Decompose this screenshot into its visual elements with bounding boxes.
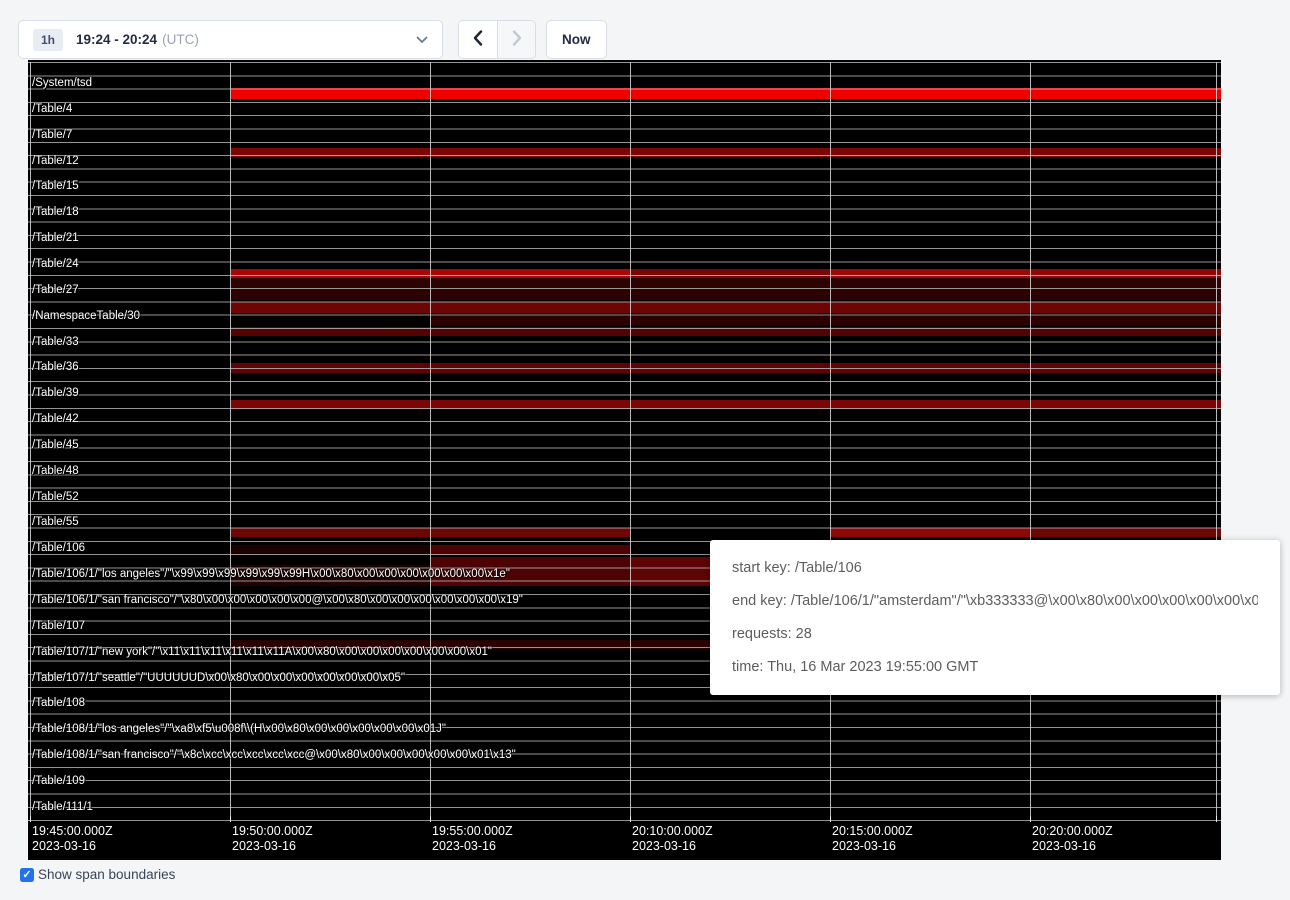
axis-time-label: 19:45:00.000Z (32, 824, 113, 839)
heat-band (231, 88, 1221, 99)
heat-band (830, 528, 1030, 537)
show-span-boundaries-label: Show span boundaries (38, 867, 175, 882)
heat-band (231, 545, 430, 555)
row-label: /Table/111/1 (32, 801, 93, 814)
tooltip-start-key: start key: /Table/106 (732, 560, 1258, 576)
heat-band (430, 316, 1221, 325)
axis-tick (230, 816, 231, 822)
duration-badge: 1h (33, 29, 63, 51)
axis-tick (1030, 816, 1031, 822)
heat-band (830, 269, 1030, 278)
row-label: /Table/12 (32, 155, 79, 168)
heat-band (231, 278, 1221, 300)
row-label: /System/tsd (32, 77, 92, 90)
chevron-left-icon (473, 30, 483, 49)
chevron-right-icon (512, 30, 522, 49)
tooltip-time: time: Thu, 16 Mar 2023 19:55:00 GMT (732, 659, 1258, 675)
heat-band (231, 528, 630, 537)
footer: ✓ Show span boundaries (20, 867, 175, 882)
row-label: /Table/48 (32, 465, 79, 478)
time-gridline (430, 62, 431, 820)
span-tooltip: start key: /Table/106 end key: /Table/10… (710, 540, 1280, 695)
row-label: /NamespaceTable/30 (32, 310, 140, 323)
axis-date-label: 2023-03-16 (1032, 839, 1096, 854)
heat-band (1030, 528, 1221, 537)
heat-band (231, 148, 1221, 157)
toolbar: 1h 19:24 - 20:24 (UTC) Now (0, 0, 1290, 60)
axis-date-label: 2023-03-16 (232, 839, 296, 854)
timezone-text: (UTC) (162, 32, 199, 47)
row-label: /Table/107/1/"seattle"/"UUUUUUD\x00\x80\… (32, 672, 405, 685)
row-label: /Table/106/1/"san francisco"/"\x80\x00\x… (32, 594, 523, 607)
row-label: /Table/7 (32, 129, 72, 142)
axis-time-label: 19:50:00.000Z (232, 824, 313, 839)
tooltip-requests: requests: 28 (732, 626, 1258, 642)
axis-date-label: 2023-03-16 (832, 839, 896, 854)
axis-tick (1216, 816, 1217, 822)
row-label: /Table/27 (32, 284, 79, 297)
tooltip-end-key: end key: /Table/106/1/"amsterdam"/"\xb33… (732, 593, 1258, 609)
row-label: /Table/18 (32, 206, 79, 219)
row-label: /Table/4 (32, 103, 72, 116)
chevron-down-icon (416, 36, 428, 44)
row-label: /Table/109 (32, 775, 85, 788)
heat-band (430, 557, 630, 565)
heat-band (231, 327, 1221, 336)
axis-date-label: 2023-03-16 (432, 839, 496, 854)
heat-band (231, 400, 1221, 409)
row-label: /Table/108/1/"los angeles"/"\xa8\xf5\u00… (32, 723, 446, 736)
row-label: /Table/45 (32, 439, 79, 452)
now-button[interactable]: Now (546, 20, 607, 59)
row-label: /Table/33 (32, 336, 79, 349)
time-range-text: 19:24 - 20:24 (76, 32, 157, 47)
time-nav-group (458, 20, 536, 59)
row-label: /Table/39 (32, 387, 79, 400)
row-label: /Table/42 (32, 413, 79, 426)
row-label: /Table/55 (32, 516, 79, 529)
heat-band (231, 565, 430, 586)
heat-band (231, 302, 1221, 313)
row-label: /Table/106 (32, 542, 85, 555)
axis-time-label: 20:15:00.000Z (832, 824, 913, 839)
prev-interval-button[interactable] (459, 21, 497, 58)
row-label: /Table/15 (32, 180, 79, 193)
time-gridline (30, 62, 31, 820)
span-boundary-lines (28, 62, 1221, 821)
time-range-select[interactable]: 1h 19:24 - 20:24 (UTC) (18, 20, 443, 59)
row-label: /Table/108/1/"san francisco"/"\x8c\xcc\x… (32, 749, 516, 762)
time-gridline (230, 62, 231, 820)
axis-date-label: 2023-03-16 (32, 839, 96, 854)
axis-time-label: 20:10:00.000Z (632, 824, 713, 839)
heat-band (430, 545, 630, 555)
axis-tick (830, 816, 831, 822)
heat-band (630, 269, 830, 278)
heat-band (231, 363, 1221, 373)
key-visualizer[interactable]: /System/tsd/Table/4/Table/7/Table/12/Tab… (28, 60, 1221, 860)
time-gridline (630, 62, 631, 820)
time-gridline (830, 62, 831, 820)
row-label: /Table/36 (32, 361, 79, 374)
row-label: /Table/108 (32, 697, 85, 710)
axis-tick (30, 816, 31, 822)
next-interval-button[interactable] (497, 21, 535, 58)
axis-date-label: 2023-03-16 (632, 839, 696, 854)
axis-tick (630, 816, 631, 822)
axis-time-label: 19:55:00.000Z (432, 824, 513, 839)
heat-band (430, 565, 630, 586)
show-span-boundaries-checkbox[interactable]: ✓ (20, 868, 34, 882)
row-label: /Table/21 (32, 232, 79, 245)
row-label: /Table/24 (32, 258, 79, 271)
axis-time-label: 20:20:00.000Z (1032, 824, 1113, 839)
heat-band (1030, 269, 1221, 278)
time-gridline (1216, 62, 1217, 820)
row-label: /Table/52 (32, 491, 79, 504)
time-gridline (1030, 62, 1031, 820)
axis-tick (430, 816, 431, 822)
heat-band (231, 269, 630, 278)
row-label: /Table/107 (32, 620, 85, 633)
